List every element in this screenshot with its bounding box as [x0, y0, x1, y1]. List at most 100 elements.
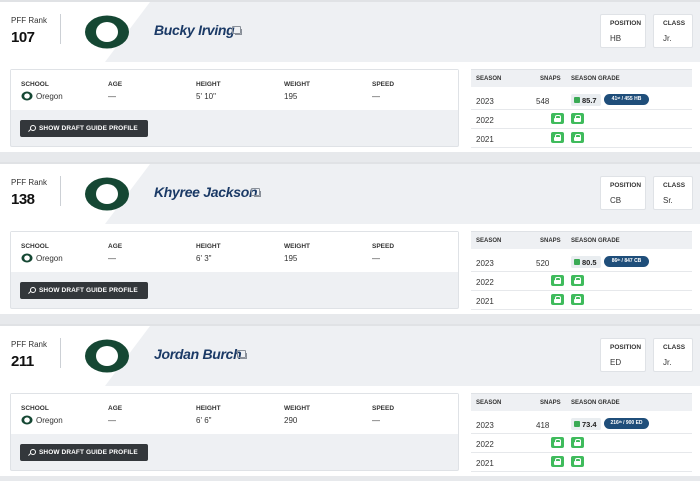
school-label: SCHOOL	[21, 405, 49, 412]
show-draft-guide-profile-button[interactable]: SHOW DRAFT GUIDE PROFILE	[20, 120, 148, 137]
season-header: SEASON	[476, 76, 502, 82]
compare-icon[interactable]	[232, 26, 242, 35]
season-year: 2022	[476, 440, 494, 449]
oregon-o-logo	[21, 253, 33, 263]
season-year: 2023	[476, 259, 494, 268]
grade-value: 80.5	[582, 258, 597, 267]
header-divider	[60, 14, 61, 44]
grades-header: SEASON SNAPS SEASON GRADE	[471, 393, 692, 411]
position-rank-badge: 86ᵗʰ / 847 CB	[604, 256, 649, 267]
lock-icon[interactable]	[571, 456, 584, 467]
grade-color-icon	[574, 421, 580, 427]
class-value: Jr.	[663, 34, 672, 43]
school-value: Oregon	[36, 92, 63, 101]
grade-value: 73.4	[582, 420, 597, 429]
grade-badge: 73.4	[571, 418, 601, 430]
player-name-link[interactable]: Jordan Burch	[154, 346, 242, 362]
speed-label: SPEED	[372, 243, 395, 250]
weight-value: 195	[284, 254, 298, 263]
show-draft-guide-profile-button[interactable]: SHOW DRAFT GUIDE PROFILE	[20, 282, 148, 299]
snaps-value: 548	[536, 97, 550, 106]
season-year: 2023	[476, 421, 494, 430]
compare-icon[interactable]	[251, 188, 261, 197]
age-label: AGE	[108, 81, 123, 88]
lock-icon[interactable]	[571, 113, 584, 124]
class-label: CLASS	[663, 20, 686, 27]
lock-icon[interactable]	[571, 275, 584, 286]
table-row: 2021	[471, 453, 692, 472]
height-value: 6' 6"	[196, 416, 212, 425]
age-label: AGE	[108, 243, 123, 250]
weight-value: 290	[284, 416, 298, 425]
class-box: CLASS Jr.	[653, 14, 693, 48]
class-label: CLASS	[663, 182, 686, 189]
position-rank-badge: 41ˢᵗ / 455 HB	[604, 94, 649, 105]
season-year: 2022	[476, 278, 494, 287]
info-fields	[11, 70, 458, 110]
table-row: 2022	[471, 434, 692, 453]
lock-icon[interactable]	[551, 275, 564, 286]
lock-icon[interactable]	[551, 294, 564, 305]
player-name-link[interactable]: Khyree Jackson	[154, 184, 258, 200]
season-year: 2021	[476, 135, 494, 144]
snaps-value: 520	[536, 259, 550, 268]
player-card: PFF Rank 138 Khyree Jackson POSITION CB …	[0, 162, 700, 314]
snaps-header: SNAPS	[540, 400, 561, 406]
lock-icon[interactable]	[571, 294, 584, 305]
table-row: 2023 520 80.5 86ᵗʰ / 847 CB	[471, 253, 692, 272]
lock-icon[interactable]	[551, 456, 564, 467]
season-year: 2022	[476, 116, 494, 125]
position-label: POSITION	[610, 182, 642, 189]
lock-icon[interactable]	[551, 113, 564, 124]
season-grades-table: SEASON SNAPS SEASON GRADE 2023 548 85.7 …	[471, 69, 692, 148]
class-value: Sr.	[663, 196, 673, 205]
height-label: HEIGHT	[196, 81, 221, 88]
search-icon	[30, 449, 36, 455]
search-icon	[30, 125, 36, 131]
height-value: 5' 10"	[196, 92, 216, 101]
season-year: 2021	[476, 297, 494, 306]
lock-icon[interactable]	[551, 132, 564, 143]
school-label: SCHOOL	[21, 81, 49, 88]
season-grade-header: SEASON GRADE	[571, 400, 620, 406]
player-name-link[interactable]: Bucky Irving	[154, 22, 235, 38]
table-row: 2022	[471, 110, 692, 129]
pff-rank-label: PFF Rank	[11, 16, 48, 25]
button-label: SHOW DRAFT GUIDE PROFILE	[39, 125, 138, 132]
lock-icon[interactable]	[551, 437, 564, 448]
snaps-value: 418	[536, 421, 550, 430]
table-row: 2023 418 73.4 216ᵗʰ / 900 ED	[471, 415, 692, 434]
height-value: 6' 3"	[196, 254, 212, 263]
weight-label: WEIGHT	[284, 405, 310, 412]
season-year: 2021	[476, 459, 494, 468]
season-grades-table: SEASON SNAPS SEASON GRADE 2023 418 73.4 …	[471, 393, 692, 472]
pff-rank-label: PFF Rank	[11, 340, 48, 349]
player-info-panel: SCHOOL Oregon AGE — HEIGHT 6' 3" WEIGHT …	[10, 231, 459, 309]
oregon-o-logo	[21, 91, 33, 101]
school-value: Oregon	[36, 254, 63, 263]
grade-color-icon	[574, 97, 580, 103]
speed-value: —	[372, 416, 380, 425]
compare-icon[interactable]	[237, 350, 247, 359]
position-box: POSITION CB	[600, 176, 646, 210]
position-value: ED	[610, 358, 622, 367]
lock-icon[interactable]	[571, 132, 584, 143]
height-label: HEIGHT	[196, 405, 221, 412]
button-label: SHOW DRAFT GUIDE PROFILE	[39, 449, 138, 456]
grade-value: 85.7	[582, 96, 597, 105]
season-grade-header: SEASON GRADE	[571, 238, 620, 244]
position-value: HB	[610, 34, 622, 43]
speed-label: SPEED	[372, 405, 395, 412]
grade-badge: 80.5	[571, 256, 601, 268]
position-box: POSITION HB	[600, 14, 646, 48]
snaps-header: SNAPS	[540, 238, 561, 244]
height-label: HEIGHT	[196, 243, 221, 250]
class-value: Jr.	[663, 358, 672, 367]
lock-icon[interactable]	[571, 437, 584, 448]
player-card: PFF Rank 107 Bucky Irving POSITION HB CL…	[0, 0, 700, 152]
age-value: —	[108, 416, 116, 425]
season-grade-header: SEASON GRADE	[571, 76, 620, 82]
school-label: SCHOOL	[21, 243, 49, 250]
position-box: POSITION ED	[600, 338, 646, 372]
show-draft-guide-profile-button[interactable]: SHOW DRAFT GUIDE PROFILE	[20, 444, 148, 461]
